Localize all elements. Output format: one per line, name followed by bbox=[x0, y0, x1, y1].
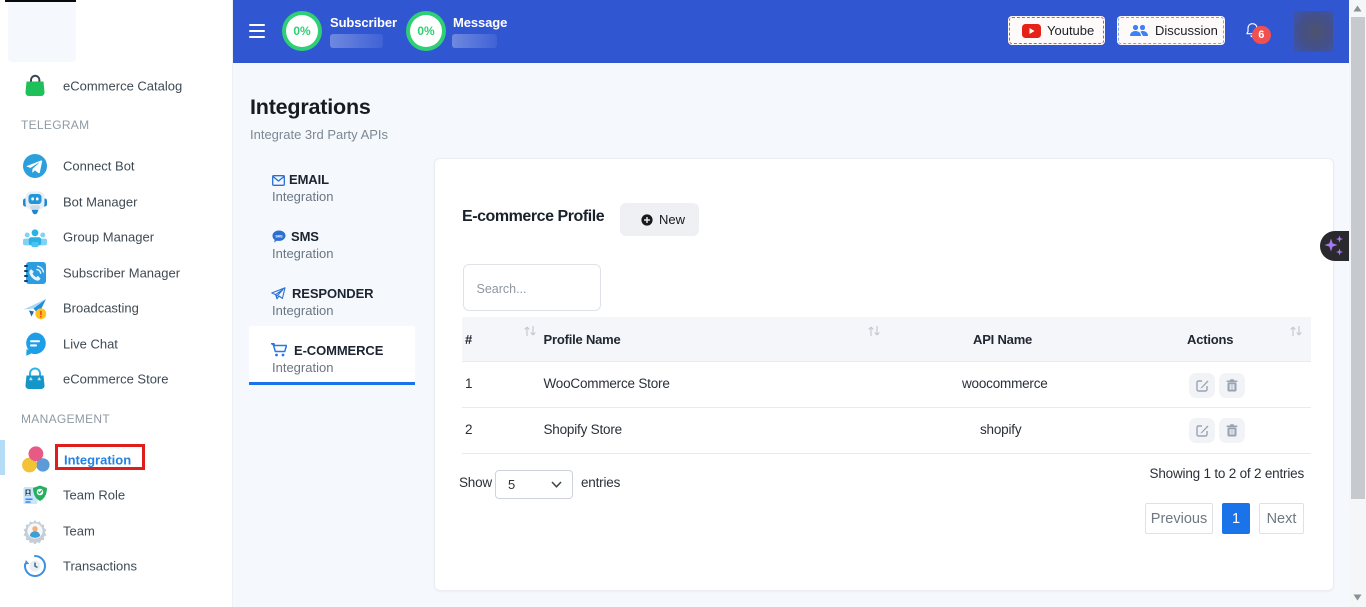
svg-text:SMS: SMS bbox=[275, 234, 283, 238]
